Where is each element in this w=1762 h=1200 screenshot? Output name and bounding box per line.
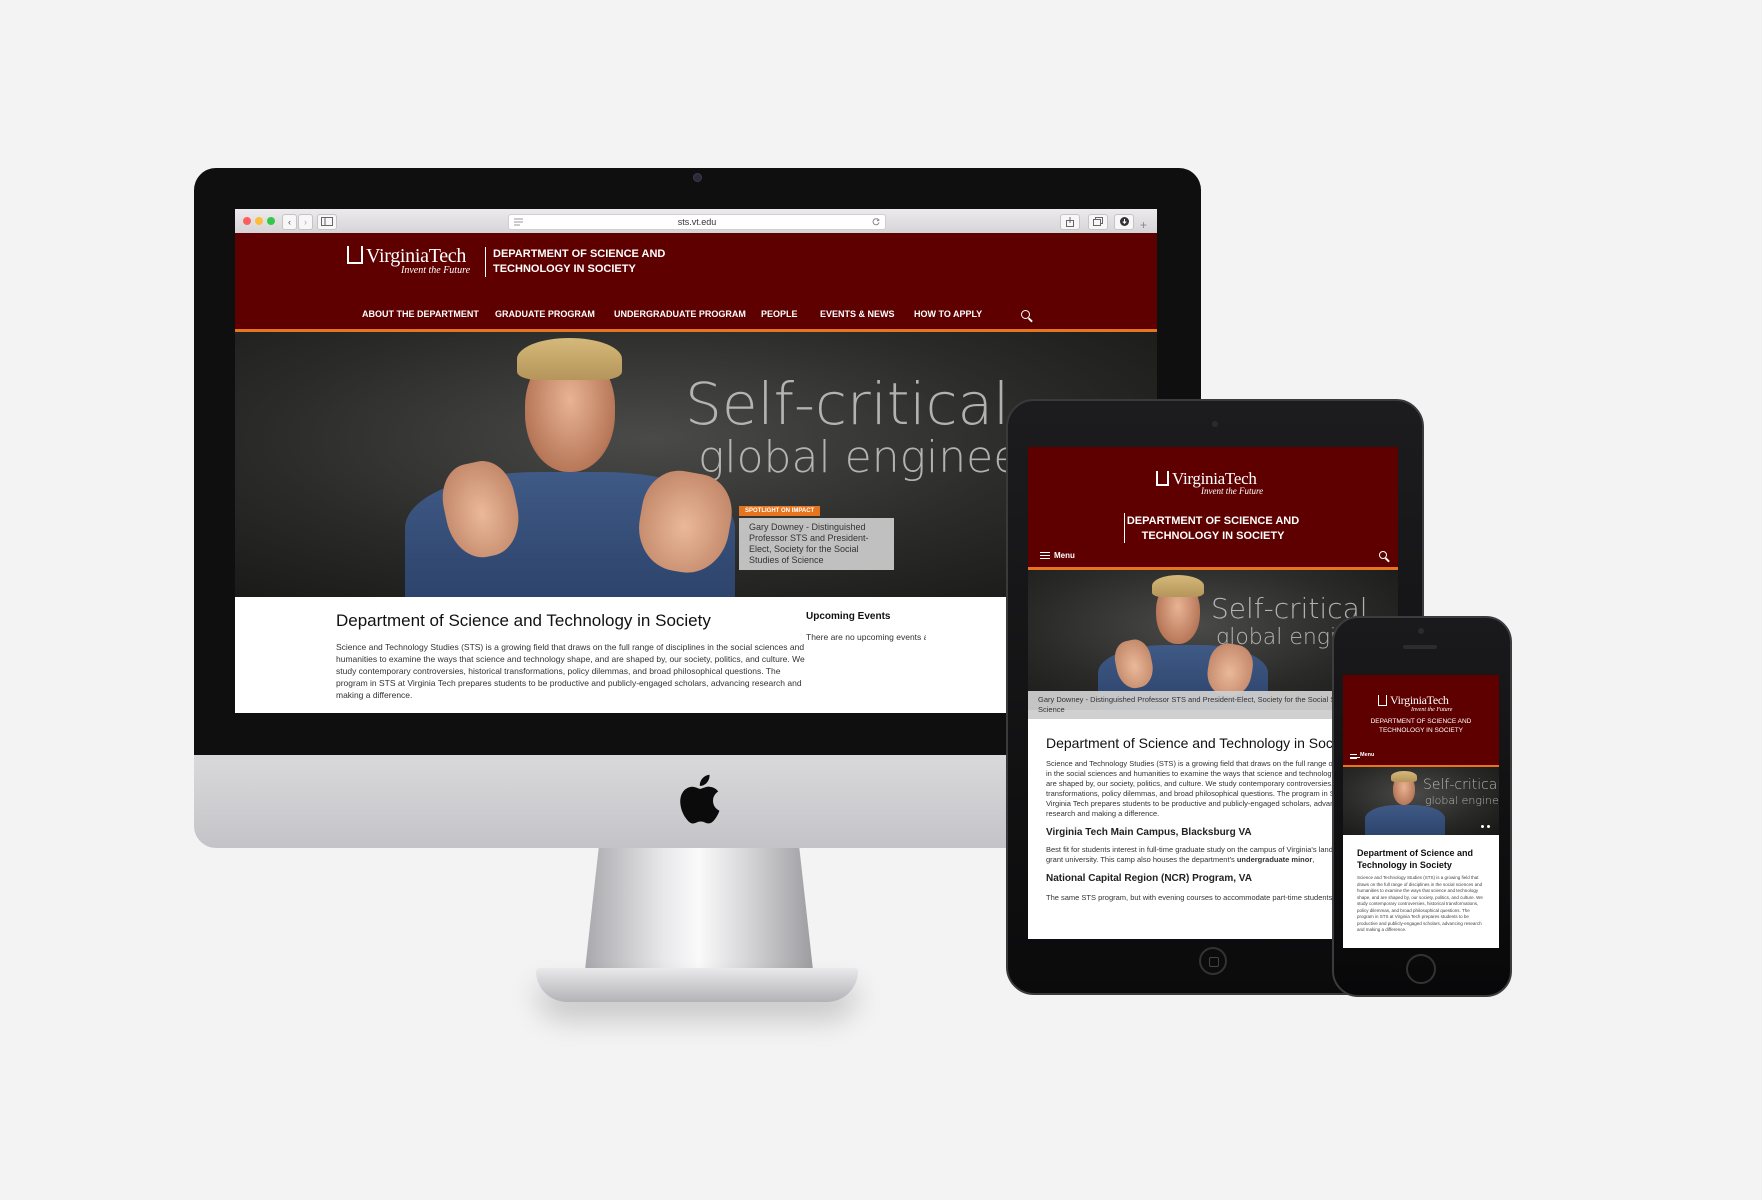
intro-paragraph: Science and Technology Studies (STS) is … [336, 642, 805, 700]
new-tab-icon[interactable]: + [1140, 219, 1152, 231]
imac-stand-base [536, 968, 858, 1002]
brand-name: VirginiaTech [366, 245, 467, 267]
tablet-intro-paragraph: Science and Technology Studies (STS) is … [1046, 759, 1375, 818]
menu-icon[interactable] [1040, 552, 1050, 559]
nav-graduate-program[interactable]: GRADUATE PROGRAM [495, 309, 595, 319]
phone-intro-paragraph: Science and Technology Studies (STS) is … [1357, 875, 1483, 932]
vt-shield-icon [1378, 695, 1387, 706]
tablet-page-title: Department of Science and Technology in … [1046, 735, 1355, 751]
department-name[interactable]: DEPARTMENT OF SCIENCE AND TECHNOLOGY IN … [493, 247, 665, 277]
nav-events-news[interactable]: EVENTS & NEWS [820, 309, 895, 319]
phone-screen: VirginiaTech Invent the Future DEPARTMEN… [1343, 675, 1499, 948]
tablet-menu-label[interactable]: Menu [1054, 551, 1075, 560]
vt-shield-icon [347, 246, 363, 264]
address-bar[interactable]: sts.vt.edu [508, 214, 886, 230]
nav-about-department[interactable]: ABOUT THE DEPARTMENT [362, 309, 479, 319]
page-title: Department of Science and Technology in … [336, 611, 711, 630]
tablet-campus1-heading: Virginia Tech Main Campus, Blacksburg VA [1046, 827, 1252, 838]
sidebar-toggle-icon[interactable] [317, 214, 337, 230]
iphone-speaker [1403, 645, 1437, 649]
header-divider [485, 247, 486, 277]
vt-logo[interactable]: VirginiaTech Invent the Future [347, 245, 470, 276]
tablet-search-icon[interactable] [1379, 551, 1387, 559]
phone-menu-icon[interactable] [1350, 754, 1360, 759]
upcoming-events-heading: Upcoming Events [806, 611, 891, 622]
person-shirt [1365, 805, 1445, 835]
close-window-icon[interactable] [243, 217, 251, 225]
share-icon[interactable] [1060, 214, 1080, 230]
vt-shield-icon [1156, 471, 1169, 486]
tablet-campus1-text: Best fit for students interest in full-t… [1046, 845, 1336, 864]
url-text: sts.vt.edu [677, 217, 717, 227]
person-hair [1152, 575, 1204, 597]
downloads-icon[interactable] [1114, 214, 1134, 230]
nav-people[interactable]: PEOPLE [761, 309, 798, 319]
chalkboard-text-line1: Self-critical [685, 370, 1010, 438]
brand-tagline: Invent the Future [401, 265, 471, 276]
carousel-dot-1[interactable] [1481, 825, 1484, 828]
tablet-department-name[interactable]: DEPARTMENT OF SCIENCE AND TECHNOLOGY IN … [1028, 514, 1398, 544]
hero-caption[interactable]: Gary Downey - Distinguished Professor ST… [739, 518, 894, 570]
person-hair [1391, 771, 1417, 782]
nav-how-to-apply[interactable]: HOW TO APPLY [914, 309, 982, 319]
tabs-overview-icon[interactable] [1088, 214, 1108, 230]
iphone-home-button [1406, 954, 1436, 984]
nav-undergraduate-program[interactable]: UNDERGRADUATE PROGRAM [614, 309, 746, 319]
reload-icon[interactable] [872, 218, 880, 226]
tablet-header: VirginiaTech Invent the Future DEPARTMEN… [1028, 447, 1398, 570]
undergraduate-minor-link[interactable]: undergraduate minor [1237, 855, 1312, 864]
reader-icon[interactable] [514, 218, 523, 226]
tablet-vt-logo[interactable]: VirginiaTech Invent the Future [1156, 469, 1263, 496]
phone-hero[interactable]: Self-critical global engineers [1343, 767, 1499, 835]
spotlight-tag: SPOTLIGHT ON IMPACT [739, 506, 821, 516]
phone-vt-logo[interactable]: VirginiaTech Invent the Future [1378, 691, 1452, 713]
imac-stand [585, 848, 813, 970]
maximize-window-icon[interactable] [267, 217, 275, 225]
ipad-camera-icon [1212, 421, 1218, 427]
forward-button[interactable]: › [298, 214, 313, 230]
phone-header: VirginiaTech Invent the Future DEPARTMEN… [1343, 675, 1499, 767]
tablet-campus2-text: The same STS program, but with evening c… [1046, 893, 1339, 902]
iphone-camera-icon [1418, 628, 1424, 634]
minimize-window-icon[interactable] [255, 217, 263, 225]
browser-toolbar: ‹ › sts.vt.edu + [235, 209, 1157, 234]
back-button[interactable]: ‹ [282, 214, 297, 230]
carousel-dot-2[interactable] [1487, 825, 1490, 828]
phone-department-name[interactable]: DEPARTMENT OF SCIENCE AND TECHNOLOGY IN … [1343, 717, 1499, 735]
upcoming-events-text: There are no upcoming events at this tim… [806, 632, 926, 642]
apple-logo-icon [680, 774, 720, 824]
tablet-campus2-heading: National Capital Region (NCR) Program, V… [1046, 873, 1252, 884]
phone-menu-label[interactable]: Menu [1360, 752, 1374, 758]
phone-page-title: Department of Science and Technology in … [1357, 848, 1474, 870]
person-hair [517, 338, 622, 380]
ipad-home-button [1199, 947, 1227, 975]
webcam-icon [693, 173, 702, 182]
search-icon[interactable] [1021, 310, 1030, 319]
